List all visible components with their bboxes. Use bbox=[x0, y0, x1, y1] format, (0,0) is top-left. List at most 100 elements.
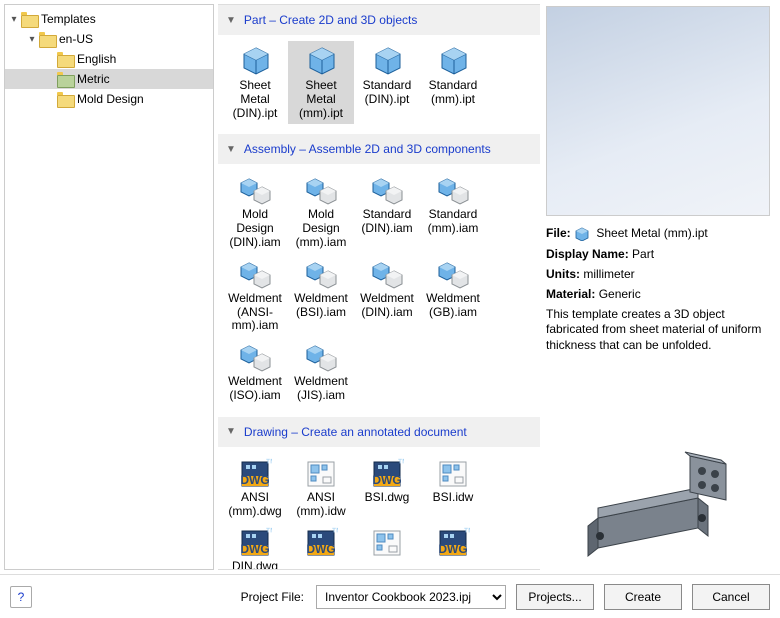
tree-label: Mold Design bbox=[77, 92, 144, 106]
chevron-down-icon: ▼ bbox=[226, 144, 236, 155]
preview-panel: File: Sheet Metal (mm).ipt Display Name:… bbox=[540, 0, 780, 574]
template-item-label: Sheet Metal (mm).ipt bbox=[290, 79, 352, 120]
template-item-label: Standard (DIN).ipt bbox=[356, 79, 418, 107]
template-tree[interactable]: ▾ Templates ▾en-US▾English▾Metric▾Mold D… bbox=[4, 4, 214, 570]
prop-units: Units: millimeter bbox=[546, 267, 770, 281]
template-item-label: BSI.idw bbox=[433, 491, 474, 505]
help-button[interactable]: ? bbox=[10, 586, 32, 608]
template-item-label: Sheet Metal (DIN).ipt bbox=[224, 79, 286, 120]
template-item-label: Standard (mm).iam bbox=[422, 208, 484, 236]
template-item[interactable] bbox=[354, 522, 420, 570]
template-item[interactable]: Weldment (BSI).iam bbox=[288, 254, 354, 337]
tree-item[interactable]: ▾English bbox=[5, 49, 213, 69]
template-list[interactable]: ▼ Part – Create 2D and 3D objects Sheet Me… bbox=[218, 4, 540, 570]
template-item[interactable]: DIN.dwg bbox=[222, 522, 288, 570]
dwg-icon bbox=[435, 526, 471, 558]
template-item[interactable]: ANSI (mm).dwg bbox=[222, 453, 288, 523]
part-icon bbox=[369, 45, 405, 77]
tree-item[interactable]: ▾Metric bbox=[5, 69, 213, 89]
template-item[interactable]: Weldment (JIS).iam bbox=[288, 337, 354, 407]
tree-item[interactable]: ▾Mold Design bbox=[5, 89, 213, 109]
template-item-label: DIN.dwg bbox=[232, 560, 278, 570]
folder-icon bbox=[57, 72, 73, 86]
template-item[interactable]: Weldment (DIN).iam bbox=[354, 254, 420, 337]
template-item-label: Weldment (JIS).iam bbox=[290, 375, 352, 403]
template-item[interactable]: Standard (DIN).iam bbox=[354, 170, 420, 253]
tree-item[interactable]: ▾en-US bbox=[5, 29, 213, 49]
tree-label: en-US bbox=[59, 32, 93, 46]
chevron-down-icon: ▼ bbox=[226, 15, 236, 26]
section-header[interactable]: ▼ Assembly – Assemble 2D and 3D component… bbox=[218, 134, 540, 164]
tree-label: Metric bbox=[77, 72, 110, 86]
folder-icon bbox=[57, 92, 73, 106]
idw-icon bbox=[435, 457, 471, 489]
tree-label: Templates bbox=[41, 12, 96, 26]
part-icon bbox=[237, 45, 273, 77]
chevron-down-icon: ▼ bbox=[226, 426, 236, 437]
folder-icon bbox=[21, 12, 37, 26]
template-item[interactable]: Mold Design (DIN).iam bbox=[222, 170, 288, 253]
prop-file: File: Sheet Metal (mm).ipt bbox=[546, 226, 770, 241]
template-item[interactable]: Sheet Metal (DIN).ipt bbox=[222, 41, 288, 124]
template-item-label: Standard (mm).ipt bbox=[422, 79, 484, 107]
dwg-icon bbox=[303, 526, 339, 558]
template-item[interactable] bbox=[288, 522, 354, 570]
template-item[interactable]: Weldment (GB).iam bbox=[420, 254, 486, 337]
template-item[interactable]: Mold Design (mm).iam bbox=[288, 170, 354, 253]
preview-3d-render bbox=[546, 354, 770, 568]
dwg-icon bbox=[237, 526, 273, 558]
asm-icon bbox=[237, 174, 273, 206]
cancel-button[interactable]: Cancel bbox=[692, 584, 770, 610]
asm-icon bbox=[435, 174, 471, 206]
preview-thumbnail bbox=[546, 6, 770, 216]
template-item-label: Mold Design (DIN).iam bbox=[224, 208, 286, 249]
section-title: Assembly – Assemble 2D and 3D components bbox=[244, 142, 491, 156]
section-header[interactable]: ▼ Part – Create 2D and 3D objects bbox=[218, 5, 540, 35]
asm-icon bbox=[369, 174, 405, 206]
template-item-label: ANSI (mm).idw bbox=[290, 491, 352, 519]
template-item[interactable] bbox=[420, 522, 486, 570]
asm-icon bbox=[369, 258, 405, 290]
project-file-label: Project File: bbox=[241, 590, 304, 604]
template-item-label: Weldment (DIN).iam bbox=[356, 292, 418, 320]
prop-display-name: Display Name: Part bbox=[546, 247, 770, 261]
template-item[interactable]: BSI.idw bbox=[420, 453, 486, 523]
section-title: Drawing – Create an annotated document bbox=[244, 425, 467, 439]
tree-label: English bbox=[77, 52, 116, 66]
asm-icon bbox=[303, 341, 339, 373]
template-item[interactable]: Standard (mm).ipt bbox=[420, 41, 486, 124]
template-item[interactable]: Weldment (ANSI-mm).iam bbox=[222, 254, 288, 337]
idw-icon bbox=[369, 526, 405, 558]
template-item-label: Weldment (GB).iam bbox=[422, 292, 484, 320]
template-item[interactable]: BSI.dwg bbox=[354, 453, 420, 523]
tree-root[interactable]: ▾ Templates bbox=[5, 9, 213, 29]
folder-icon bbox=[57, 52, 73, 66]
template-item-label: Mold Design (mm).iam bbox=[290, 208, 352, 249]
part-icon bbox=[303, 45, 339, 77]
template-description: This template creates a 3D object fabric… bbox=[546, 307, 770, 354]
projects-button[interactable]: Projects... bbox=[516, 584, 594, 610]
template-item-label: Weldment (BSI).iam bbox=[290, 292, 352, 320]
prop-material: Material: Generic bbox=[546, 287, 770, 301]
part-icon bbox=[435, 45, 471, 77]
section-header[interactable]: ▼ Drawing – Create an annotated document bbox=[218, 417, 540, 447]
template-item[interactable]: ANSI (mm).idw bbox=[288, 453, 354, 523]
dwg-icon bbox=[237, 457, 273, 489]
create-button[interactable]: Create bbox=[604, 584, 682, 610]
bottom-bar: ? Project File: Inventor Cookbook 2023.i… bbox=[0, 574, 780, 618]
dwg-icon bbox=[369, 457, 405, 489]
template-item[interactable]: Sheet Metal (mm).ipt bbox=[288, 41, 354, 124]
project-file-select[interactable]: Inventor Cookbook 2023.ipj bbox=[316, 585, 506, 609]
template-item[interactable]: Weldment (ISO).iam bbox=[222, 337, 288, 407]
asm-icon bbox=[237, 341, 273, 373]
template-item[interactable]: Standard (mm).iam bbox=[420, 170, 486, 253]
asm-icon bbox=[303, 258, 339, 290]
asm-icon bbox=[237, 258, 273, 290]
template-item-label: Standard (DIN).iam bbox=[356, 208, 418, 236]
folder-icon bbox=[39, 32, 55, 46]
template-item-label: Weldment (ISO).iam bbox=[224, 375, 286, 403]
template-item[interactable]: Standard (DIN).ipt bbox=[354, 41, 420, 124]
asm-icon bbox=[303, 174, 339, 206]
section-title: Part – Create 2D and 3D objects bbox=[244, 13, 417, 27]
help-icon: ? bbox=[18, 590, 25, 604]
